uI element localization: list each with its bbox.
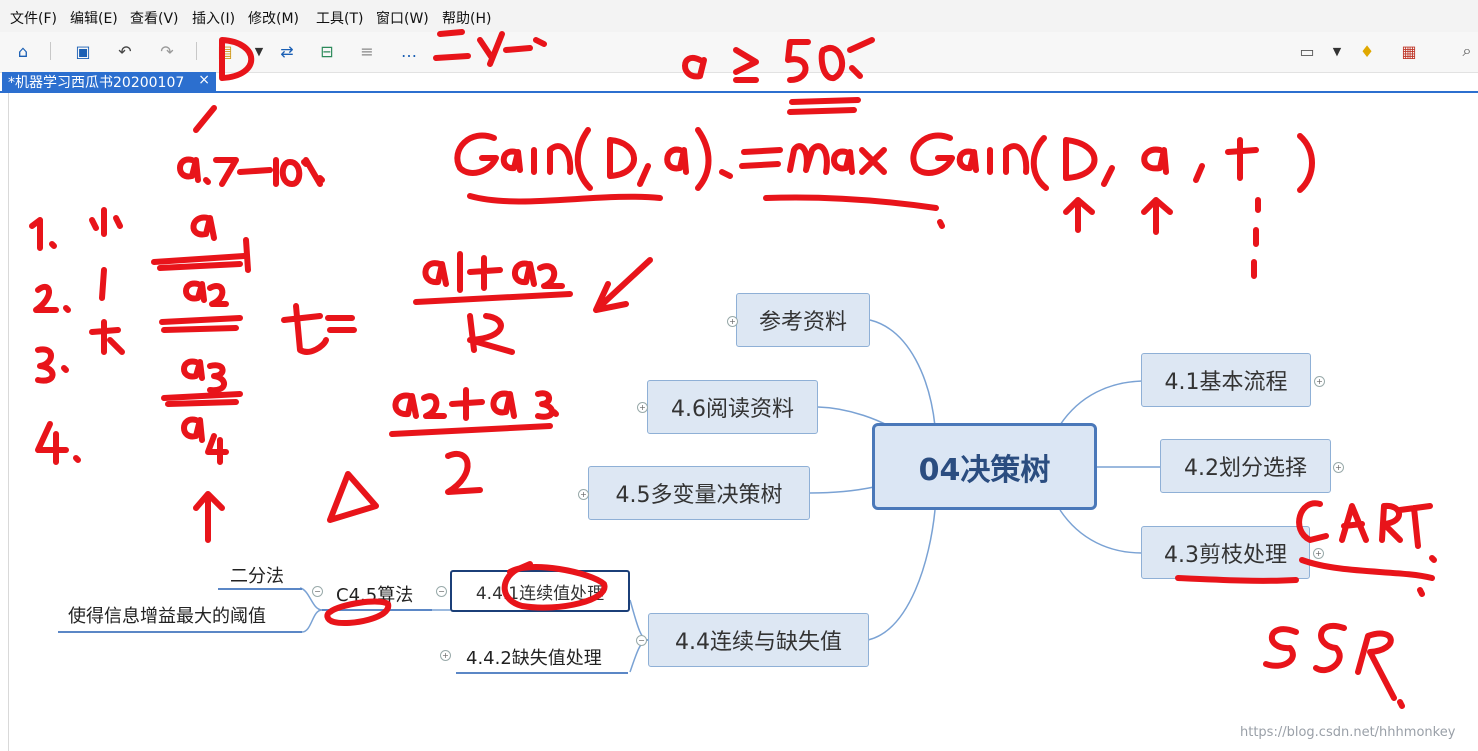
handwritten-annotations bbox=[29, 29, 1437, 709]
watermark: https://blog.csdn.net/hhhmonkey bbox=[1240, 725, 1456, 740]
